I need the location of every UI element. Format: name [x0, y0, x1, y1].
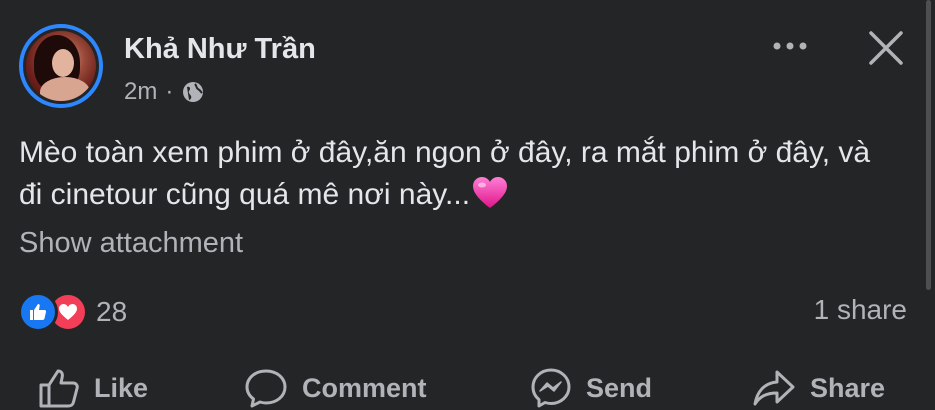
comment-icon — [245, 369, 287, 408]
share-count[interactable]: 1 share — [814, 294, 907, 326]
avatar[interactable] — [19, 24, 103, 108]
share-label: Share — [810, 372, 886, 403]
reaction-summary[interactable]: 28 — [18, 292, 127, 332]
like-button[interactable]: Like — [38, 366, 148, 410]
post-time[interactable]: 2m — [124, 78, 157, 106]
post-text-content: Mèo toàn xem phim ở đây,ăn ngon ở đây, r… — [19, 136, 871, 211]
comment-button[interactable]: Comment — [244, 366, 427, 410]
send-label: Send — [586, 372, 653, 403]
more-dots-icon — [773, 42, 807, 50]
reaction-count[interactable]: 28 — [96, 296, 127, 328]
globe-icon[interactable] — [181, 80, 205, 104]
send-button[interactable]: Send — [530, 366, 652, 410]
avatar-image — [26, 31, 96, 101]
more-options-button[interactable] — [770, 30, 810, 62]
close-button[interactable] — [864, 26, 908, 70]
share-button[interactable]: Share — [752, 366, 885, 410]
post-meta: 2m · — [124, 78, 205, 106]
author-name[interactable]: Khả Như Trần — [124, 33, 316, 66]
close-icon — [869, 31, 903, 65]
post-text: Mèo toàn xem phim ở đây,ăn ngon ở đây, r… — [19, 132, 899, 216]
like-icon — [39, 369, 79, 408]
comment-label: Comment — [302, 372, 427, 403]
scrollbar[interactable] — [926, 0, 931, 290]
show-attachment-link[interactable]: Show attachment — [19, 227, 243, 260]
pink-heart-emoji — [472, 176, 508, 210]
like-reaction-icon — [18, 292, 58, 332]
post-card: Khả Như Trần 2m · Mèo toàn xem phim ở đâ… — [0, 0, 935, 410]
messenger-icon — [531, 368, 571, 408]
like-label: Like — [94, 372, 149, 403]
share-icon — [753, 370, 795, 406]
meta-separator: · — [165, 78, 174, 105]
